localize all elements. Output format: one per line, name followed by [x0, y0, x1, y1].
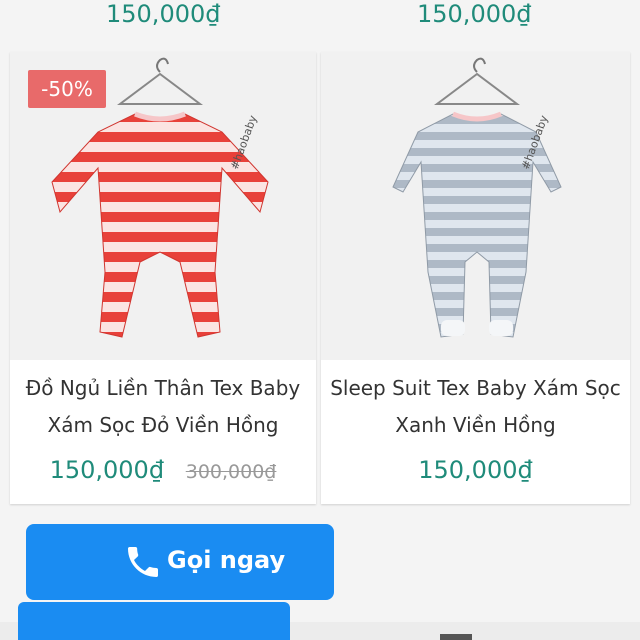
call-now-button[interactable]: Gọi ngay — [26, 524, 334, 600]
product-title[interactable]: Sleep Suit Tex Baby Xám Sọc Xanh Viền Hồ… — [321, 370, 630, 444]
product-title-line: Xanh Viền Hồng — [395, 413, 556, 437]
scroll-indicator — [440, 634, 472, 640]
product-title[interactable]: Đồ Ngủ Liền Thân Tex Baby Xám Sọc Đỏ Viề… — [10, 370, 316, 444]
phone-icon — [128, 547, 158, 577]
product-title-line: Đồ Ngủ Liền Thân Tex Baby — [25, 376, 301, 400]
grey-striped-sleepsuit-image[interactable] — [321, 52, 630, 360]
product-price-row: 150,000₫ 300,000₫ — [10, 456, 316, 484]
product-title-line: Sleep Suit Tex Baby Xám Sọc — [330, 376, 621, 400]
discount-badge: -50% — [28, 70, 106, 108]
previous-product-price-left: 150,000₫ — [106, 0, 221, 28]
product-title-line: Xám Sọc Đỏ Viền Hồng — [47, 413, 279, 437]
product-price-row: 150,000₫ — [321, 456, 630, 484]
call-now-label: Gọi ngay — [167, 546, 286, 574]
previous-product-price-right: 150,000₫ — [417, 0, 532, 28]
product-price: 150,000₫ — [418, 456, 533, 484]
product-old-price: 300,000₫ — [185, 461, 277, 483]
product-card[interactable]: -50% #haobaby Đồ Ngủ Liền Thân Tex Baby … — [10, 52, 316, 504]
product-price: 150,000₫ — [49, 456, 165, 484]
secondary-action-button[interactable] — [18, 602, 290, 640]
product-card[interactable]: #haobaby Sleep Suit Tex Baby Xám Sọc Xan… — [321, 52, 630, 504]
